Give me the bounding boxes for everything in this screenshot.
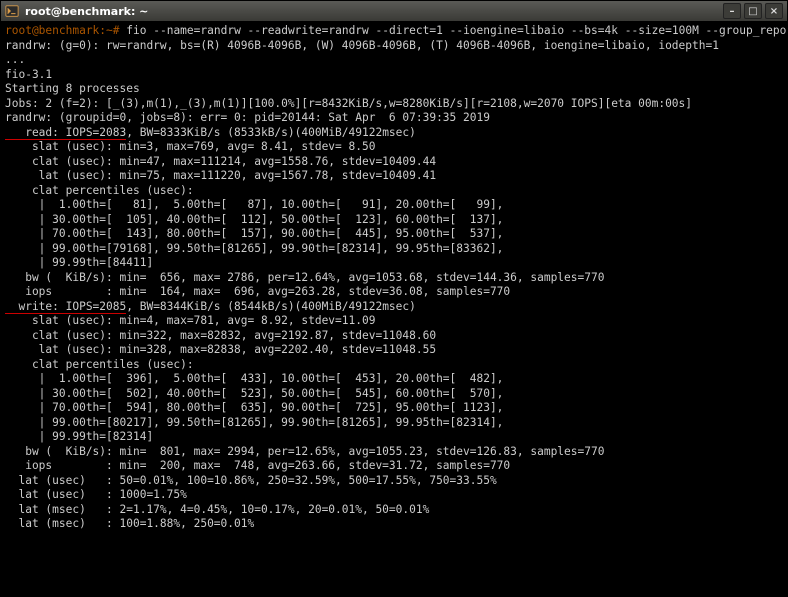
- prompt-user-host: root@benchmark: [5, 24, 99, 37]
- write-stats-block: slat (usec): min=4, max=781, avg= 8.92, …: [5, 314, 604, 530]
- maximize-button[interactable]: □: [744, 3, 762, 19]
- command-text: fio --name=randrw --readwrite=randrw --d…: [126, 24, 787, 37]
- write-summary-rest: , BW=8344KiB/s (8544kB/s)(400MiB/49122ms…: [126, 300, 416, 313]
- terminal-window: root@benchmark: ~ – □ × root@benchmark:~…: [0, 0, 788, 597]
- terminal-icon: [5, 4, 19, 18]
- write-summary-highlight: write: IOPS=2085: [5, 300, 126, 314]
- read-stats-block: slat (usec): min=3, max=769, avg= 8.41, …: [5, 140, 604, 298]
- window-controls: – □ ×: [723, 3, 783, 19]
- window-title: root@benchmark: ~: [25, 5, 723, 18]
- minimize-button[interactable]: –: [723, 3, 741, 19]
- output-group-line: randrw: (groupid=0, jobs=8): err= 0: pid…: [5, 111, 490, 124]
- prompt-path: ~: [106, 24, 113, 37]
- prompt-hash: #: [113, 24, 120, 37]
- output-header: randrw: (g=0): rw=randrw, bs=(R) 4096B-4…: [5, 39, 719, 110]
- read-summary-rest: , BW=8333KiB/s (8533kB/s)(400MiB/49122ms…: [126, 126, 416, 139]
- terminal-body[interactable]: root@benchmark:~# fio --name=randrw --re…: [1, 22, 787, 596]
- titlebar: root@benchmark: ~ – □ ×: [1, 1, 787, 22]
- read-summary-highlight: read: IOPS=2083: [5, 126, 126, 140]
- close-button[interactable]: ×: [765, 3, 783, 19]
